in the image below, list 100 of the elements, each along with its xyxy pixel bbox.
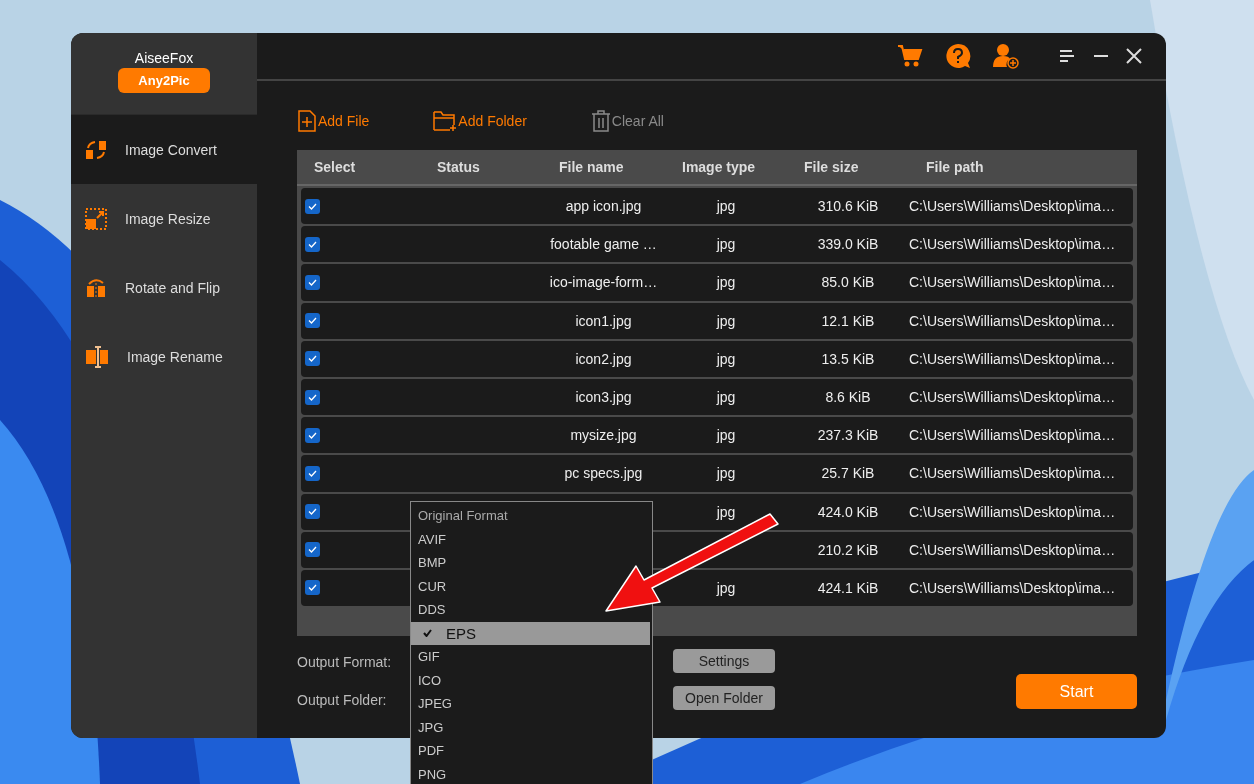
format-option[interactable]: JPG	[411, 715, 448, 739]
check-icon	[308, 240, 317, 248]
image-type-cell-text: jpg	[715, 579, 737, 596]
file-name-cell-text: ico-image-form…	[548, 274, 659, 291]
checkbox[interactable]	[305, 427, 320, 443]
checkbox[interactable]	[305, 274, 320, 290]
checkbox[interactable]	[305, 313, 320, 329]
format-option[interactable]: EPS	[411, 621, 650, 645]
file-name-cell-text: icon2.jpg	[574, 350, 633, 367]
toolbar-label: Clear All	[611, 112, 664, 129]
table-row[interactable]: icon3.jpg jpg 8.6 KiB C:\Users\Williams\Desktop\ima…	[301, 378, 1133, 416]
menu-icon[interactable]	[1059, 49, 1075, 63]
close-icon[interactable]	[1126, 48, 1142, 64]
file-path-cell-text: C:\Users\Williams\Desktop\ima…	[909, 236, 1117, 253]
table-row[interactable]: pc specs.jpg jpg 25.7 KiB C:\Users\Williams\Desktop\ima…	[301, 455, 1133, 492]
file-name-cell-text: icon3.jpg	[574, 389, 633, 406]
table-row[interactable]: icon1.jpg jpg 12.1 KiB C:\Users\Williams\Desktop\ima…	[301, 302, 1133, 339]
toolbar-button[interactable]: Add Folder	[433, 109, 527, 132]
table-row[interactable]: mysize.jpg jpg 237.3 KiB C:\Users\Williams\Desktop\ima…	[301, 417, 1133, 454]
table-row[interactable]: footable game … jpg 339.0 KiB C:\Users\Williams\Desktop\ima…	[301, 226, 1133, 263]
format-option[interactable]: CUR	[411, 574, 451, 598]
sidebar-label: Image Convert	[125, 141, 217, 158]
image-type-cell-text: jpg	[715, 312, 737, 329]
checkbox[interactable]	[305, 465, 320, 481]
column-header: Image type	[682, 159, 756, 175]
file-path-cell-text: C:\Users\Williams\Desktop\ima…	[909, 465, 1117, 482]
image-type-cell-text: jpg	[715, 503, 737, 520]
check-icon	[308, 469, 317, 477]
toolbar-label: Add Folder	[458, 112, 527, 129]
format-option[interactable]: GIF	[411, 645, 444, 669]
table-row[interactable]: icon2.jpg jpg 13.5 KiB C:\Users\Williams\Desktop\ima…	[301, 340, 1133, 377]
column-header: File name	[559, 159, 624, 175]
trash-icon	[590, 109, 611, 132]
file-size-cell-text: 210.2 KiB	[816, 541, 880, 558]
check-icon	[308, 317, 317, 325]
checkbox[interactable]	[305, 580, 320, 596]
file-path-cell-text: C:\Users\Williams\Desktop\ima…	[909, 312, 1117, 329]
toolbar-button[interactable]: Add File	[297, 109, 370, 132]
check-icon	[308, 508, 317, 516]
checkbox[interactable]	[305, 236, 320, 252]
file-name-cell-text: icon1.jpg	[574, 312, 633, 329]
minimize-icon[interactable]	[1093, 54, 1109, 58]
file-name-cell-text: pc specs.jpg	[563, 465, 644, 482]
add-file-icon	[297, 109, 317, 132]
file-size-cell-text: 424.0 KiB	[816, 503, 880, 520]
format-option[interactable]: ICO	[411, 668, 446, 692]
format-option[interactable]: JPEG	[411, 692, 456, 716]
product-badge: Any2Pic	[118, 68, 210, 93]
format-option[interactable]: AVIF	[411, 527, 450, 551]
table-row[interactable]: app icon.jpg jpg 310.6 KiB C:\Users\Williams\Desktop\ima…	[301, 188, 1133, 225]
cart-icon[interactable]	[897, 44, 923, 68]
resize-icon	[85, 207, 107, 230]
sidebar-item[interactable]: Rotate and Flip	[71, 253, 257, 322]
format-option[interactable]: PDF	[411, 739, 448, 763]
image-type-cell-text: jpg	[715, 427, 737, 444]
checkbox[interactable]	[305, 351, 320, 367]
file-size-cell-text: 8.6 KiB	[824, 389, 872, 406]
file-size-cell-text: 424.1 KiB	[816, 579, 880, 596]
help-icon[interactable]	[945, 43, 971, 69]
check-icon	[308, 202, 317, 210]
column-header: Select	[314, 159, 356, 175]
checkbox[interactable]	[305, 542, 320, 558]
file-size-cell-text: 25.7 KiB	[820, 465, 876, 482]
file-path-cell-text: C:\Users\Williams\Desktop\ima…	[909, 579, 1117, 596]
format-option[interactable]: PNG	[411, 762, 451, 784]
table-row[interactable]: ico-image-form… jpg 85.0 KiB C:\Users\Williams\Desktop\ima…	[301, 264, 1133, 301]
settings-button[interactable]: Settings	[673, 649, 775, 673]
file-path-cell-text: C:\Users\Williams\Desktop\ima…	[909, 350, 1117, 367]
file-name-cell-text: app icon.jpg	[564, 198, 643, 215]
image-type-cell-text: jpg	[715, 274, 737, 291]
checkbox[interactable]	[305, 504, 320, 520]
check-icon	[308, 393, 317, 401]
image-type-cell-text: jpg	[715, 465, 737, 482]
brand-name: AiseeFox	[134, 50, 194, 66]
sidebar-item[interactable]: Image Resize	[71, 184, 257, 253]
sidebar-label: Rotate and Flip	[125, 279, 220, 296]
output-folder-label: Output Folder:	[297, 692, 387, 708]
file-path-cell-text: C:\Users\Williams\Desktop\ima…	[909, 198, 1117, 215]
image-type-cell-text: jpg	[715, 236, 737, 253]
sidebar-item[interactable]: Image Convert	[71, 115, 257, 184]
file-size-cell-text: 237.3 KiB	[816, 427, 880, 444]
file-size-cell-text: 85.0 KiB	[820, 274, 876, 291]
checkbox[interactable]	[305, 198, 320, 214]
sidebar-item[interactable]: Image Rename	[71, 322, 257, 391]
image-type-cell-text: jpg	[715, 389, 737, 406]
checkbox[interactable]	[305, 389, 320, 405]
check-icon	[308, 278, 317, 286]
file-size-cell-text: 339.0 KiB	[816, 236, 880, 253]
toolbar-label: Add File	[318, 112, 370, 129]
column-header: Status	[437, 159, 480, 175]
convert-icon	[85, 138, 107, 161]
check-icon	[308, 355, 317, 363]
check-icon	[308, 431, 317, 439]
open-folder-button[interactable]: Open Folder	[673, 686, 775, 710]
file-size-cell-text: 13.5 KiB	[820, 350, 876, 367]
file-size-cell-text: 12.1 KiB	[820, 312, 876, 329]
sidebar-label: Image Rename	[127, 348, 223, 365]
add-user-icon[interactable]	[993, 43, 1019, 69]
file-size-cell-text: 310.6 KiB	[816, 198, 880, 215]
rename-icon	[85, 345, 109, 368]
